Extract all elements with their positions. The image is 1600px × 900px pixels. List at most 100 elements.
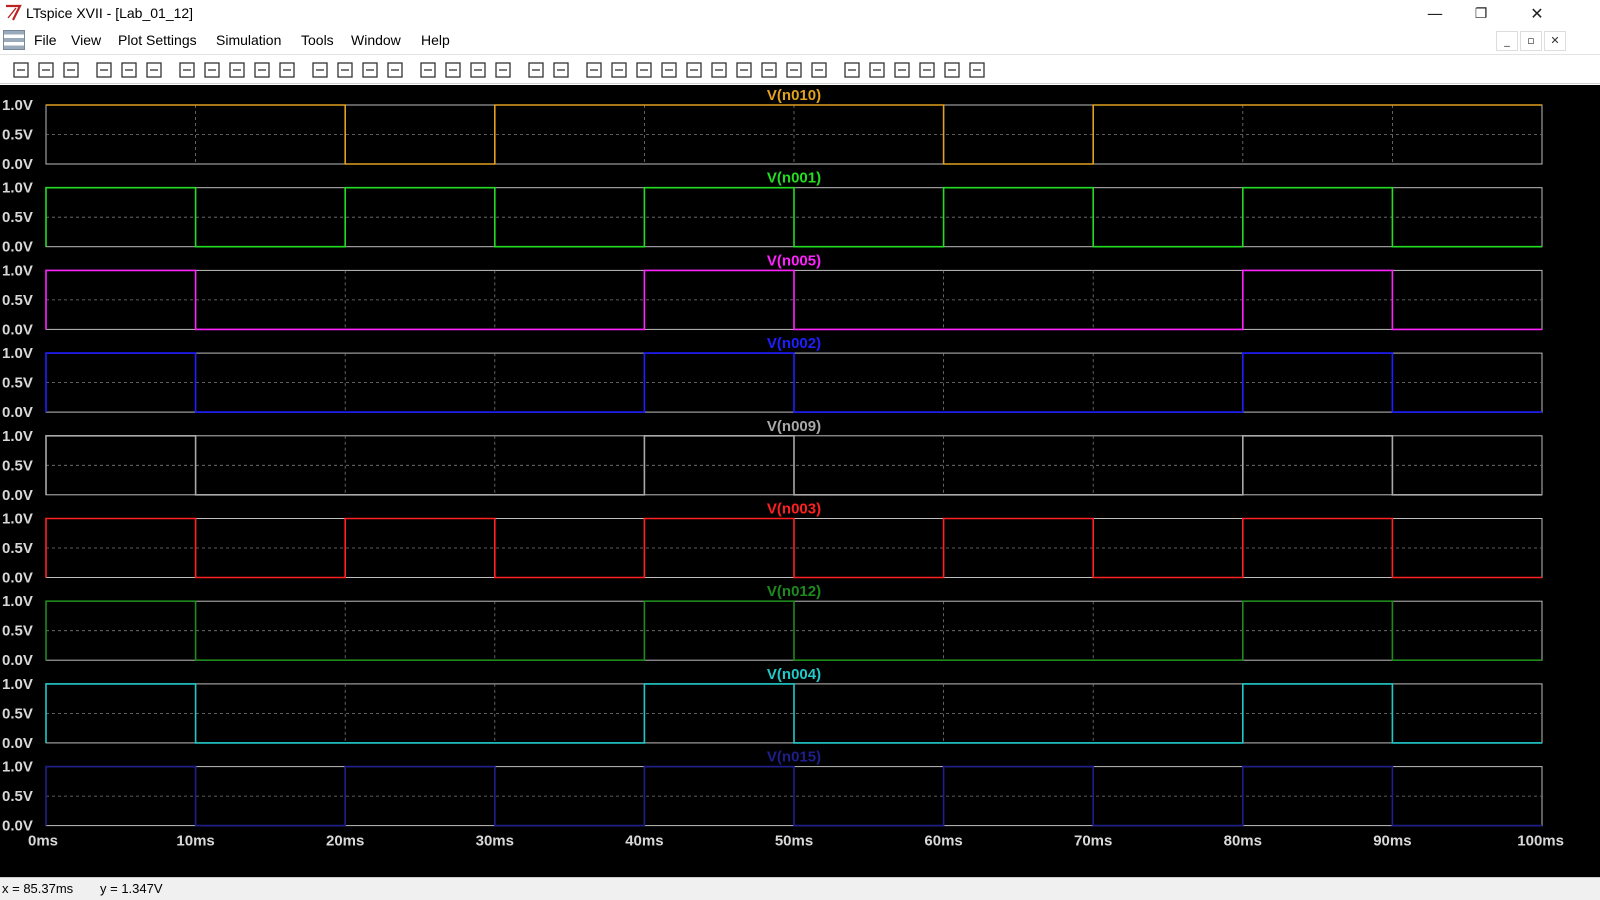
redo-icon[interactable] bbox=[866, 59, 888, 81]
child-minimize-button[interactable]: _ bbox=[1496, 31, 1518, 51]
child-restore-button[interactable]: ▫ bbox=[1520, 31, 1542, 51]
zoom-out-icon[interactable] bbox=[226, 59, 248, 81]
mirror-icon[interactable] bbox=[916, 59, 938, 81]
rotate-icon[interactable] bbox=[891, 59, 913, 81]
menu-tools[interactable]: Tools bbox=[301, 32, 334, 48]
y-tick-label: 0.5V bbox=[2, 788, 33, 805]
y-tick-label: 0.0V bbox=[2, 156, 33, 173]
title-bar: LTspice XVII - [Lab_01_12] — ❐ ✕ bbox=[0, 0, 1600, 28]
halt-icon[interactable] bbox=[143, 59, 165, 81]
y-tick-label: 1.0V bbox=[2, 759, 33, 776]
zoom-area-icon[interactable] bbox=[201, 59, 223, 81]
y-tick-label: 0.0V bbox=[2, 735, 33, 752]
window-close-button[interactable]: ✕ bbox=[1514, 0, 1560, 28]
trace-label[interactable]: V(n004) bbox=[767, 666, 821, 683]
spice-directive-icon[interactable] bbox=[966, 59, 988, 81]
y-tick-label: 0.5V bbox=[2, 705, 33, 722]
trace-label[interactable]: V(n005) bbox=[767, 252, 821, 269]
x-tick-label: 100ms bbox=[1517, 833, 1564, 850]
zoom-in-icon[interactable] bbox=[176, 59, 198, 81]
window-restore-button[interactable]: ❐ bbox=[1458, 0, 1504, 28]
x-tick-label: 60ms bbox=[924, 833, 962, 850]
print-icon[interactable] bbox=[525, 59, 547, 81]
grid-icon[interactable] bbox=[309, 59, 331, 81]
autorange-icon[interactable] bbox=[276, 59, 298, 81]
save-icon[interactable] bbox=[60, 59, 82, 81]
y-tick-label: 0.5V bbox=[2, 292, 33, 309]
trace-label[interactable]: V(n012) bbox=[767, 583, 821, 600]
copy-icon[interactable] bbox=[442, 59, 464, 81]
y-tick-label: 1.0V bbox=[2, 180, 33, 197]
window-title: LTspice XVII - [Lab_01_12] bbox=[26, 5, 194, 21]
find-icon[interactable] bbox=[492, 59, 514, 81]
print-preview-icon[interactable] bbox=[550, 59, 572, 81]
y-tick-label: 0.5V bbox=[2, 375, 33, 392]
trace-label[interactable]: V(n015) bbox=[767, 749, 821, 766]
undo-icon[interactable] bbox=[841, 59, 863, 81]
cursor-x-readout: x = 85.37ms bbox=[2, 881, 74, 896]
menu-simulation[interactable]: Simulation bbox=[216, 32, 281, 48]
diode-icon[interactable] bbox=[733, 59, 755, 81]
run-icon[interactable] bbox=[118, 59, 140, 81]
component-icon[interactable] bbox=[758, 59, 780, 81]
x-tick-label: 70ms bbox=[1074, 833, 1112, 850]
move-icon[interactable] bbox=[783, 59, 805, 81]
waveform-plot[interactable]: 1.0V 0.5V 0.0V V(n010) 1.0V 0.5V 0.0V V(n001) 1.… bbox=[0, 85, 1600, 877]
y-tick-label: 0.0V bbox=[2, 487, 33, 504]
open-icon[interactable] bbox=[35, 59, 57, 81]
y-tick-label: 1.0V bbox=[2, 593, 33, 610]
y-tick-label: 1.0V bbox=[2, 97, 33, 114]
menu-view[interactable]: View bbox=[71, 32, 101, 48]
control-panel-icon[interactable] bbox=[93, 59, 115, 81]
y-tick-label: 0.0V bbox=[2, 239, 33, 256]
cut-icon[interactable] bbox=[417, 59, 439, 81]
status-bar: x = 85.37ms y = 1.347V bbox=[0, 877, 1600, 900]
drag-icon[interactable] bbox=[808, 59, 830, 81]
menu-bar: File View Plot Settings Simulation Tools… bbox=[0, 28, 1600, 54]
x-tick-label: 50ms bbox=[775, 833, 813, 850]
tile-vertical-icon[interactable] bbox=[334, 59, 356, 81]
y-tick-label: 0.0V bbox=[2, 570, 33, 587]
y-tick-label: 0.5V bbox=[2, 623, 33, 640]
waveform-viewer[interactable]: 1.0V 0.5V 0.0V V(n010) 1.0V 0.5V 0.0V V(n001) 1.… bbox=[0, 85, 1600, 877]
x-tick-label: 10ms bbox=[176, 833, 214, 850]
trace-label[interactable]: V(n010) bbox=[767, 87, 821, 104]
tile-horizontal-icon[interactable] bbox=[359, 59, 381, 81]
y-tick-label: 1.0V bbox=[2, 262, 33, 279]
window-minimize-button[interactable]: — bbox=[1412, 0, 1458, 28]
menu-help[interactable]: Help bbox=[421, 32, 450, 48]
x-tick-label: 80ms bbox=[1224, 833, 1262, 850]
menu-plot-settings[interactable]: Plot Settings bbox=[118, 32, 197, 48]
trace-label[interactable]: V(n001) bbox=[767, 170, 821, 187]
x-tick-label: 90ms bbox=[1373, 833, 1411, 850]
trace-label[interactable]: V(n009) bbox=[767, 418, 821, 435]
menu-file[interactable]: File bbox=[34, 32, 57, 48]
label-icon[interactable] bbox=[633, 59, 655, 81]
y-tick-label: 0.5V bbox=[2, 540, 33, 557]
ltspice-logo-icon bbox=[6, 4, 22, 21]
y-tick-label: 0.5V bbox=[2, 457, 33, 474]
text-icon[interactable] bbox=[941, 59, 963, 81]
y-tick-label: 1.0V bbox=[2, 345, 33, 362]
x-tick-label: 40ms bbox=[625, 833, 663, 850]
y-tick-label: 1.0V bbox=[2, 511, 33, 528]
inductor-icon[interactable] bbox=[708, 59, 730, 81]
capacitor-icon[interactable] bbox=[683, 59, 705, 81]
cascade-icon[interactable] bbox=[384, 59, 406, 81]
ground-icon[interactable] bbox=[608, 59, 630, 81]
x-tick-label: 20ms bbox=[326, 833, 364, 850]
zoom-fit-icon[interactable] bbox=[251, 59, 273, 81]
y-tick-label: 0.0V bbox=[2, 404, 33, 421]
wire-icon[interactable] bbox=[583, 59, 605, 81]
child-close-button[interactable]: ✕ bbox=[1544, 31, 1566, 51]
trace-label[interactable]: V(n003) bbox=[767, 501, 821, 518]
paste-icon[interactable] bbox=[467, 59, 489, 81]
resistor-icon[interactable] bbox=[658, 59, 680, 81]
waveform-document-icon[interactable] bbox=[3, 30, 25, 50]
y-tick-label: 0.5V bbox=[2, 127, 33, 144]
y-tick-label: 1.0V bbox=[2, 676, 33, 693]
new-icon[interactable] bbox=[10, 59, 32, 81]
trace-label[interactable]: V(n002) bbox=[767, 335, 821, 352]
y-tick-label: 0.5V bbox=[2, 209, 33, 226]
menu-window[interactable]: Window bbox=[351, 32, 401, 48]
